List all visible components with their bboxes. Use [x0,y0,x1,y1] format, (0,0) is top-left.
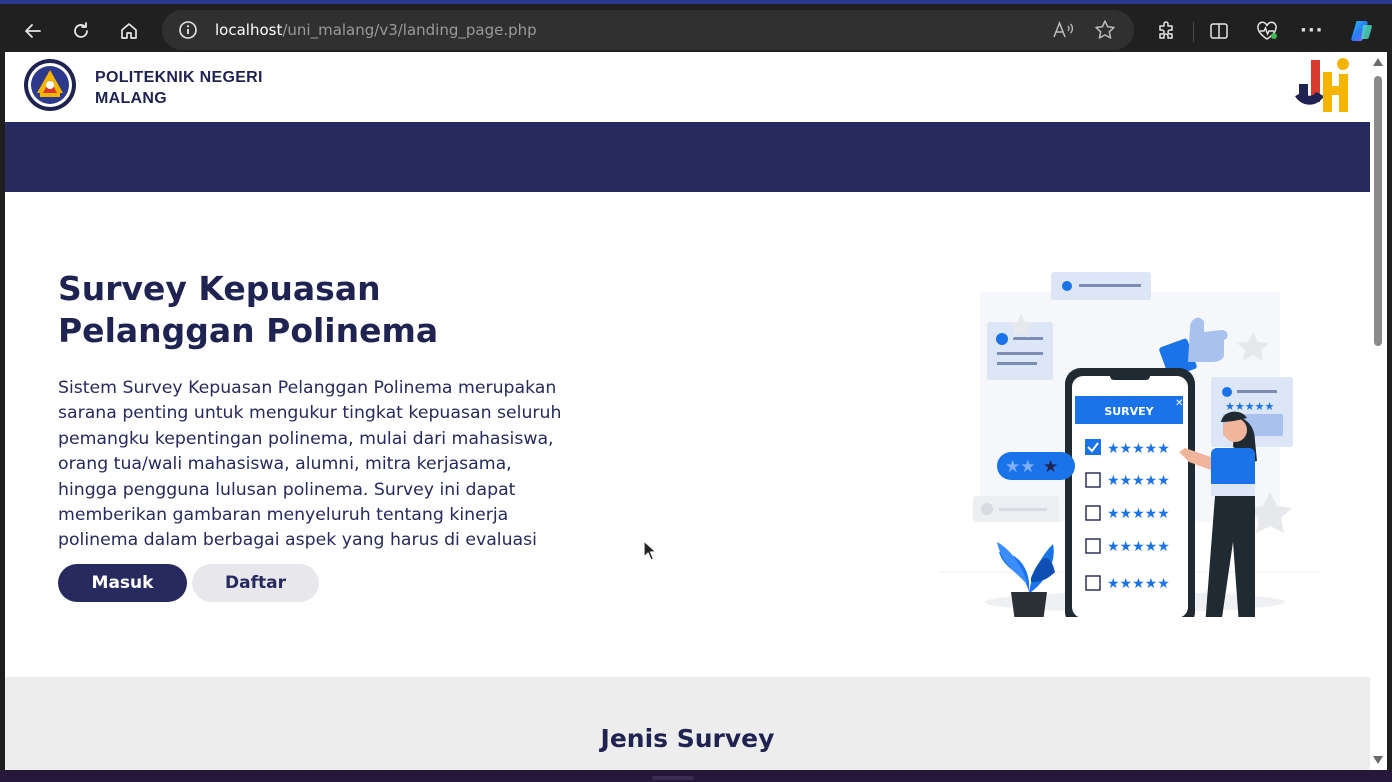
mouse-cursor-icon [643,540,657,566]
read-aloud-icon[interactable] [1052,20,1074,44]
scroll-up-arrow-icon[interactable] [1373,58,1383,66]
svg-text:★★★★★: ★★★★★ [1107,539,1170,555]
hero-description-line: hingga pengguna lulusan polinema. Survey… [58,479,516,500]
svg-text:✕: ✕ [1175,398,1183,409]
masuk-button[interactable]: Masuk [58,564,187,602]
hero-title: Survey Kepuasan Pelanggan Polinema [58,268,558,352]
svg-text:★★★★★: ★★★★★ [1225,400,1274,413]
site-header: POLITEKNIK NEGERI MALANG [5,52,1370,122]
svg-text:★★★★★: ★★★★★ [1107,506,1170,522]
page-scrollbar[interactable] [1370,52,1387,770]
brand-name: POLITEKNIK NEGERI MALANG [95,67,263,109]
copilot-icon[interactable] [1345,14,1379,48]
daftar-button[interactable]: Daftar [192,564,319,602]
refresh-icon[interactable] [64,14,98,48]
svg-text:★: ★ [1043,457,1058,477]
home-icon[interactable] [112,14,146,48]
hero-description: Sistem Survey Kepuasan Pelanggan Polinem… [58,376,573,554]
hero-title-line-1: Survey Kepuasan [58,269,381,308]
scrollbar-thumb[interactable] [1374,76,1382,346]
browser-essentials-icon[interactable] [1250,14,1284,48]
resize-handle[interactable] [652,776,694,780]
more-icon[interactable]: ··· [1300,20,1324,41]
jti-logo[interactable] [1295,56,1357,116]
navy-banner [5,122,1370,192]
url-path: /uni_malang/v3/landing_page.php [282,21,537,39]
brand-line-1: POLITEKNIK NEGERI [95,69,263,86]
scroll-down-arrow-icon[interactable] [1373,756,1383,764]
browser-toolbar: localhost/uni_malang/v3/landing_page.php… [0,0,1392,56]
info-icon[interactable] [178,20,198,44]
jenis-survey-title: Jenis Survey [600,724,775,753]
favorite-star-icon[interactable] [1094,19,1116,45]
hero-description-line: orang tua/wali mahasiswa, alumni, mitra … [58,454,512,475]
survey-illustration: ★★★★★ SURVEY ✕ ★★★★★ ★★★★★ ★★★★★ ★★★★★ ★… [935,252,1325,659]
url-text[interactable]: localhost/uni_malang/v3/landing_page.php [215,21,537,39]
hero-description-line: polinema dalam berbagai aspek yang harus… [58,530,537,551]
page-viewport: POLITEKNIK NEGERI MALANG Survey Kepuasan… [5,52,1370,770]
svg-text:★★★★★: ★★★★★ [1107,576,1170,592]
illustration-survey-label: SURVEY [1104,405,1154,418]
toolbar-divider [1193,22,1194,42]
brand-line-2: MALANG [95,90,168,107]
split-screen-icon[interactable] [1202,14,1236,48]
polinema-logo[interactable] [23,58,77,112]
url-host: localhost [215,21,283,39]
hero-description-line: sarana penting untuk mengukur tingkat ke… [58,403,562,424]
extensions-icon[interactable] [1150,14,1184,48]
back-icon[interactable] [16,14,50,48]
address-bar[interactable]: localhost/uni_malang/v3/landing_page.php [162,10,1134,50]
hero-title-line-2: Pelanggan Polinema [58,311,439,350]
svg-text:★★★★★: ★★★★★ [1107,473,1170,489]
window-bottom-edge [0,770,1392,782]
hero-description-line: memberikan gambaran menyeluruh tentang k… [58,505,509,526]
hero-description-line: pemangku kepentingan polinema, mulai dar… [58,428,554,449]
hero-description-line: Sistem Survey Kepuasan Pelanggan Polinem… [58,378,557,398]
svg-text:★★: ★★ [1005,457,1035,477]
svg-text:★★★★★: ★★★★★ [1107,441,1170,457]
